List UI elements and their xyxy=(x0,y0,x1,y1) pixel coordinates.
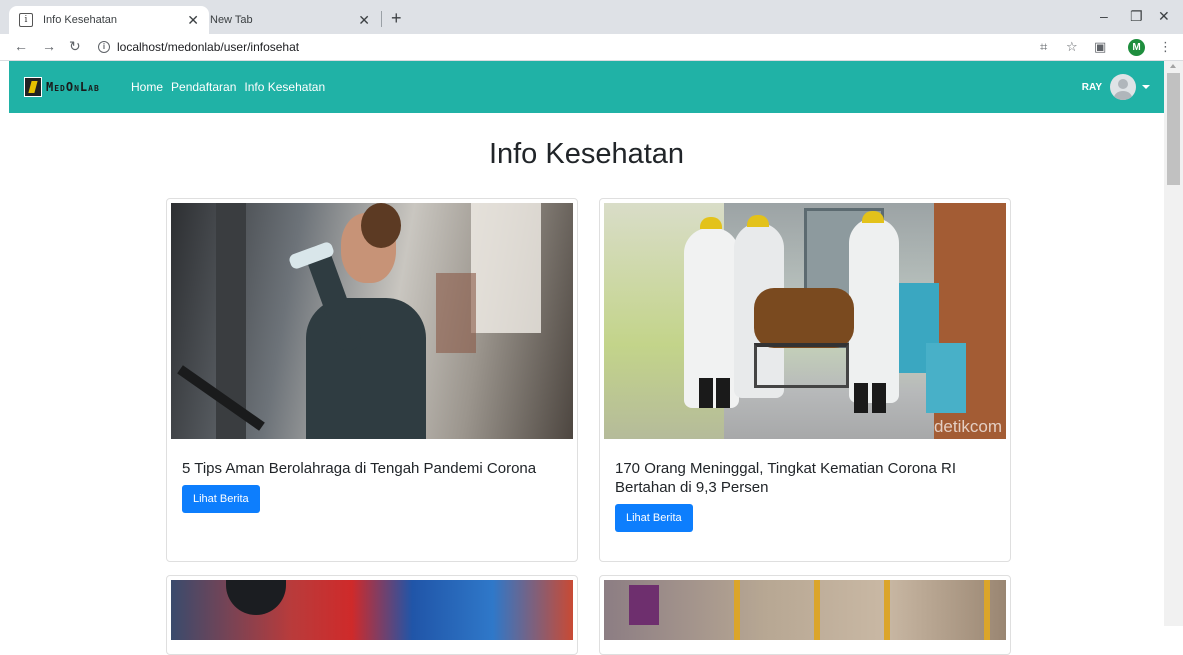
nav-link-home[interactable]: Home xyxy=(131,80,163,94)
back-arrow-icon[interactable]: ← xyxy=(14,38,28,54)
new-tab-plus-icon[interactable]: + xyxy=(391,8,402,29)
menu-kebab-icon[interactable]: ⋮ xyxy=(1159,39,1172,55)
scroll-thumb[interactable] xyxy=(1167,73,1180,185)
read-article-button[interactable]: Lihat Berita xyxy=(182,485,260,513)
user-dropdown[interactable]: RAY xyxy=(1082,74,1150,100)
brand[interactable]: MedOnLab xyxy=(24,77,100,97)
tab-title: Info Kesehatan xyxy=(43,14,118,26)
browser-toolbar: ← → ↻ i localhost/medonlab/user/infoseha… xyxy=(0,34,1183,61)
user-name: RAY xyxy=(1081,81,1102,93)
avatar xyxy=(1110,74,1136,100)
tab-separator xyxy=(381,11,382,27)
article-card: 5 Tips Aman Berolahraga di Tengah Pandem… xyxy=(166,198,578,562)
article-image xyxy=(171,580,573,640)
nav-link-pendaftaran[interactable]: Pendaftaran xyxy=(171,80,236,94)
article-image xyxy=(171,203,573,439)
site-navbar: MedOnLab Home Pendaftaran Info Kesehatan… xyxy=(9,61,1164,113)
minimize-icon[interactable]: – xyxy=(1100,8,1108,24)
image-watermark: detikcom xyxy=(933,417,1002,436)
bookmark-star-icon[interactable]: ☆ xyxy=(1066,39,1078,55)
article-image xyxy=(604,580,1006,640)
forward-arrow-icon[interactable]: → xyxy=(42,38,56,54)
extension-icon[interactable]: ▣ xyxy=(1094,39,1106,55)
profile-avatar[interactable]: M xyxy=(1128,39,1145,56)
document-icon: i xyxy=(19,13,33,27)
read-article-button[interactable]: Lihat Berita xyxy=(615,504,693,532)
brand-logo-icon xyxy=(24,77,42,97)
article-card xyxy=(599,575,1011,655)
site-info-icon[interactable]: i xyxy=(98,41,110,53)
address-bar[interactable]: localhost/medonlab/user/infosehat xyxy=(117,40,299,54)
article-title: 5 Tips Aman Berolahraga di Tengah Pandem… xyxy=(182,460,537,477)
tab-info-kesehatan[interactable]: i Info Kesehatan ✕ xyxy=(9,6,209,34)
tab-new-tab[interactable]: New Tab ✕ xyxy=(200,6,380,34)
close-icon[interactable]: ✕ xyxy=(187,12,199,29)
nav-link-info-kesehatan[interactable]: Info Kesehatan xyxy=(244,80,325,94)
article-title: 170 Orang Meninggal, Tingkat Kematian Co… xyxy=(615,460,957,496)
translate-icon[interactable]: ⌗ xyxy=(1040,39,1047,55)
article-card xyxy=(166,575,578,655)
article-image: detikcom xyxy=(604,203,1006,439)
article-card: detikcom 170 Orang Meninggal, Tingkat Ke… xyxy=(599,198,1011,562)
caret-down-icon xyxy=(1142,85,1150,89)
window-close-icon[interactable]: ✕ xyxy=(1158,8,1170,25)
nav-links: Home Pendaftaran Info Kesehatan xyxy=(131,80,325,94)
reload-icon[interactable]: ↻ xyxy=(69,38,81,55)
scroll-up-arrow-icon[interactable] xyxy=(1170,64,1176,68)
browser-tabstrip: i Info Kesehatan ✕ New Tab ✕ + – ❐ ✕ xyxy=(0,0,1183,34)
page-scrollbar[interactable] xyxy=(1164,61,1183,626)
restore-icon[interactable]: ❐ xyxy=(1130,8,1143,25)
brand-name: MedOnLab xyxy=(46,80,100,94)
page-title: Info Kesehatan xyxy=(488,138,685,170)
tab-title: New Tab xyxy=(210,14,253,26)
close-icon[interactable]: ✕ xyxy=(358,12,370,29)
